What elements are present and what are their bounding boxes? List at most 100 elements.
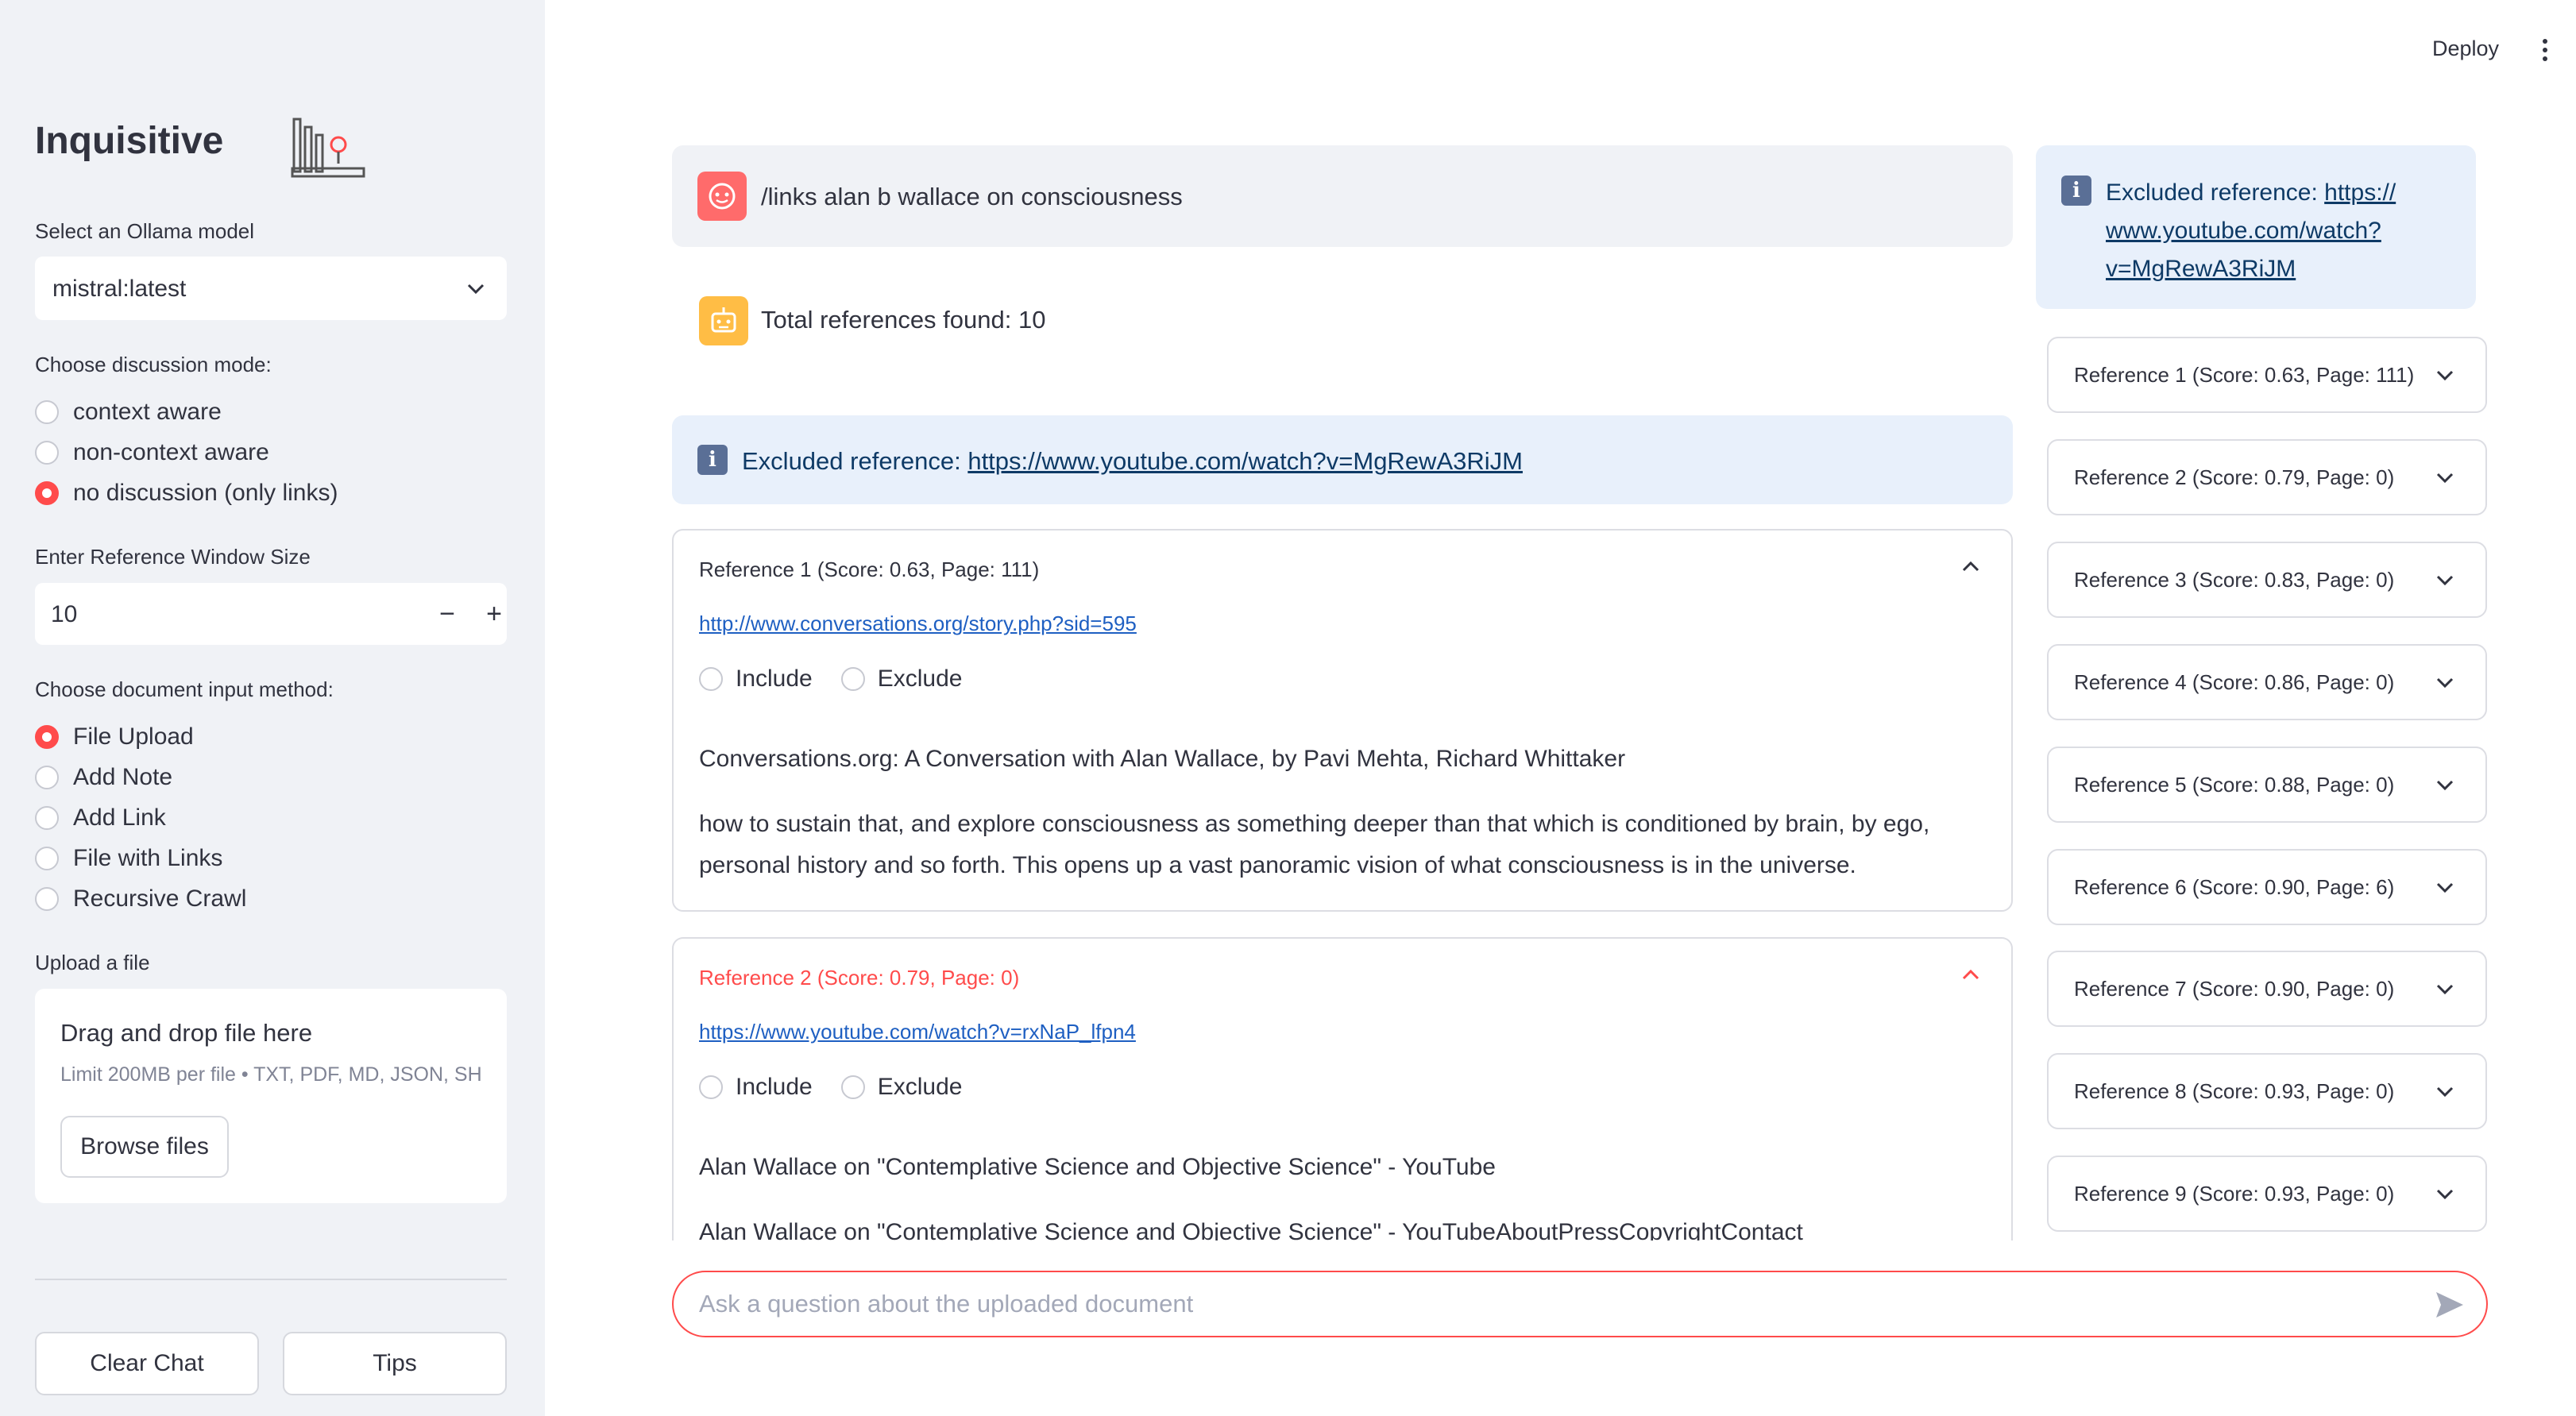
input-method-option-label: Add Note	[73, 764, 173, 790]
exclude-radio[interactable]	[840, 1075, 865, 1099]
deploy-button[interactable]: Deploy	[2432, 37, 2499, 61]
chevron-down-icon	[2436, 1086, 2454, 1098]
user-avatar-icon	[697, 172, 747, 221]
upload-label: Upload a file	[35, 951, 150, 974]
right-reference-label: Reference 3 (Score: 0.83, Page: 0)	[2074, 568, 2395, 592]
increment-button[interactable]: +	[478, 594, 510, 634]
radio-button[interactable]	[35, 806, 59, 830]
input-method-option-label: File with Links	[73, 845, 223, 871]
right-reference-label: Reference 9 (Score: 0.93, Page: 0)	[2074, 1182, 2395, 1206]
radio-button-selected[interactable]	[35, 725, 59, 749]
mode-option-label: non-context aware	[73, 439, 269, 465]
right-reference-label: Reference 6 (Score: 0.90, Page: 6)	[2074, 875, 2395, 899]
chevron-down-icon	[2436, 677, 2454, 689]
radio-button-selected[interactable]	[35, 481, 59, 505]
mode-option-context-aware[interactable]: context aware	[35, 396, 222, 428]
user-message: /links alan b wallace on consciousness	[672, 145, 2013, 247]
logo-icon	[291, 118, 365, 178]
chevron-down-icon	[2436, 780, 2454, 791]
radio-button[interactable]	[35, 887, 59, 911]
chat-input[interactable]	[699, 1288, 2367, 1320]
decrement-button[interactable]: −	[427, 594, 467, 634]
right-excluded-reference-text: Excluded reference: https:// www.youtube…	[2106, 174, 2396, 288]
input-method-label: Choose document input method:	[35, 677, 334, 701]
excluded-reference-link[interactable]: https://www.youtube.com/watch?v=MgRewA3R…	[967, 447, 1523, 475]
right-reference-label: Reference 8 (Score: 0.93, Page: 0)	[2074, 1079, 2395, 1103]
exclude-radio[interactable]	[840, 667, 865, 691]
tips-button[interactable]: Tips	[283, 1332, 507, 1395]
browse-files-button[interactable]: Browse files	[60, 1116, 229, 1178]
right-reference-4[interactable]: Reference 4 (Score: 0.86, Page: 0)	[2047, 644, 2487, 720]
radio-button[interactable]	[35, 441, 59, 465]
right-reference-9[interactable]: Reference 9 (Score: 0.93, Page: 0)	[2047, 1156, 2487, 1232]
right-reference-3[interactable]: Reference 3 (Score: 0.83, Page: 0)	[2047, 542, 2487, 618]
kebab-menu-icon[interactable]	[2542, 38, 2548, 62]
radio-button[interactable]	[35, 847, 59, 870]
chevron-up-icon[interactable]	[1960, 966, 1981, 983]
reference-2-title[interactable]: Reference 2 (Score: 0.79, Page: 0)	[699, 966, 1019, 990]
include-label: Include	[736, 666, 813, 692]
reference-1-heading: Conversations.org: A Conversation with A…	[699, 746, 1626, 772]
right-reference-2[interactable]: Reference 2 (Score: 0.79, Page: 0)	[2047, 439, 2487, 515]
right-reference-1[interactable]: Reference 1 (Score: 0.63, Page: 111)	[2047, 337, 2487, 413]
reference-1-title[interactable]: Reference 1 (Score: 0.63, Page: 111)	[699, 558, 1039, 582]
user-message-text: /links alan b wallace on consciousness	[761, 183, 1183, 210]
input-method-add-link[interactable]: Add Link	[35, 802, 166, 834]
model-select[interactable]: mistral:latest	[35, 257, 507, 320]
model-select-value: mistral:latest	[52, 276, 187, 302]
include-label: Include	[736, 1074, 813, 1100]
radio-button[interactable]	[35, 766, 59, 789]
right-reference-6[interactable]: Reference 6 (Score: 0.90, Page: 6)	[2047, 849, 2487, 925]
excluded-prefix: Excluded reference:	[742, 447, 968, 475]
mode-option-no-discussion[interactable]: no discussion (only links)	[35, 477, 338, 509]
chevron-down-icon	[2436, 1189, 2454, 1200]
right-reference-5[interactable]: Reference 5 (Score: 0.88, Page: 0)	[2047, 747, 2487, 823]
right-reference-8[interactable]: Reference 8 (Score: 0.93, Page: 0)	[2047, 1053, 2487, 1129]
include-radio[interactable]	[699, 667, 723, 691]
input-method-file-with-links[interactable]: File with Links	[35, 843, 222, 874]
reference-1-excerpt: how to sustain that, and explore conscio…	[699, 811, 1930, 878]
send-icon[interactable]	[2434, 1290, 2466, 1320]
reference-2-link[interactable]: https://www.youtube.com/watch?v=rxNaP_lf…	[699, 1020, 1136, 1044]
excluded-reference-text: Excluded reference: https://www.youtube.…	[742, 447, 1523, 476]
clear-chat-button[interactable]: Clear Chat	[35, 1332, 259, 1395]
include-radio[interactable]	[699, 1075, 723, 1099]
info-icon: i	[697, 445, 728, 475]
right-reference-label: Reference 7 (Score: 0.90, Page: 0)	[2074, 977, 2395, 1001]
chevron-up-icon[interactable]	[1960, 558, 1981, 575]
right-excluded-link-part-3[interactable]: v=MgRewA3RiJM	[2106, 256, 2296, 282]
window-size-value[interactable]: 10	[51, 601, 77, 628]
sidebar: Inquisitive Select an Ollama model mistr…	[0, 0, 545, 1416]
input-method-add-note[interactable]: Add Note	[35, 762, 172, 793]
bot-avatar-icon	[699, 296, 748, 345]
right-excluded-reference-alert: i Excluded reference: https:// www.youtu…	[2036, 145, 2476, 309]
right-excluded-link-part-2[interactable]: www.youtube.com/watch?	[2106, 218, 2381, 244]
mode-option-non-context-aware[interactable]: non-context aware	[35, 437, 269, 469]
excluded-prefix: Excluded reference:	[2106, 179, 2325, 206]
reference-1-include-exclude: Include Exclude	[699, 666, 991, 693]
window-size-label: Enter Reference Window Size	[35, 545, 311, 569]
mode-option-label: context aware	[73, 399, 222, 425]
chevron-down-icon	[2436, 473, 2454, 484]
right-reference-7[interactable]: Reference 7 (Score: 0.90, Page: 0)	[2047, 951, 2487, 1027]
right-reference-label: Reference 2 (Score: 0.79, Page: 0)	[2074, 465, 2395, 489]
reference-2-include-exclude: Include Exclude	[699, 1074, 991, 1101]
input-method-file-upload[interactable]: File Upload	[35, 721, 194, 753]
right-excluded-link-part-1[interactable]: https://	[2324, 179, 2396, 206]
model-select-label: Select an Ollama model	[35, 219, 255, 243]
radio-button[interactable]	[35, 400, 59, 424]
chevron-down-icon	[2436, 984, 2454, 995]
chat-input-container	[672, 1271, 2488, 1337]
reference-2-expander: Reference 2 (Score: 0.79, Page: 0) https…	[672, 937, 2013, 1240]
dropzone-instruction: Drag and drop file here	[60, 1019, 313, 1047]
chevron-down-icon	[2436, 882, 2454, 893]
file-dropzone[interactable]: Drag and drop file here Limit 200MB per …	[35, 989, 507, 1203]
exclude-label: Exclude	[877, 666, 963, 692]
reference-1-link[interactable]: http://www.conversations.org/story.php?s…	[699, 612, 1137, 636]
right-reference-label: Reference 4 (Score: 0.86, Page: 0)	[2074, 670, 2395, 694]
input-method-option-label: Recursive Crawl	[73, 885, 247, 912]
input-method-recursive-crawl[interactable]: Recursive Crawl	[35, 883, 246, 915]
input-method-option-label: Add Link	[73, 804, 166, 831]
window-size-input[interactable]: 10 − +	[35, 583, 507, 645]
chevron-down-icon	[467, 284, 485, 295]
